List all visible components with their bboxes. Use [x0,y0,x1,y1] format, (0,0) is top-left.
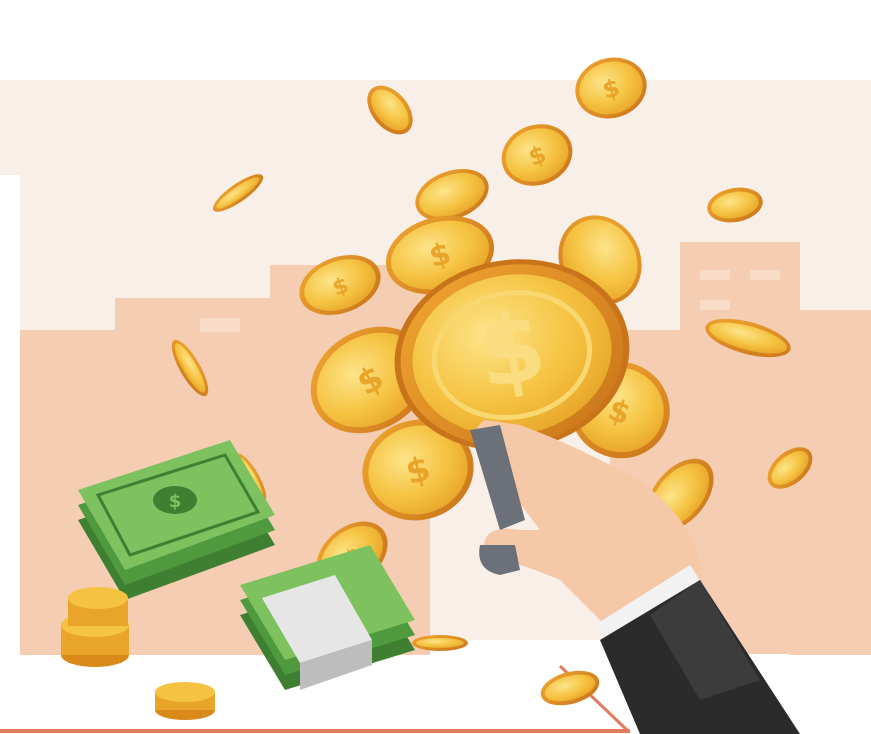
svg-text:$: $ [169,491,182,512]
money-illustration: $ $ $ $ $ $ $ $ $ [0,0,871,734]
coin [412,635,468,651]
